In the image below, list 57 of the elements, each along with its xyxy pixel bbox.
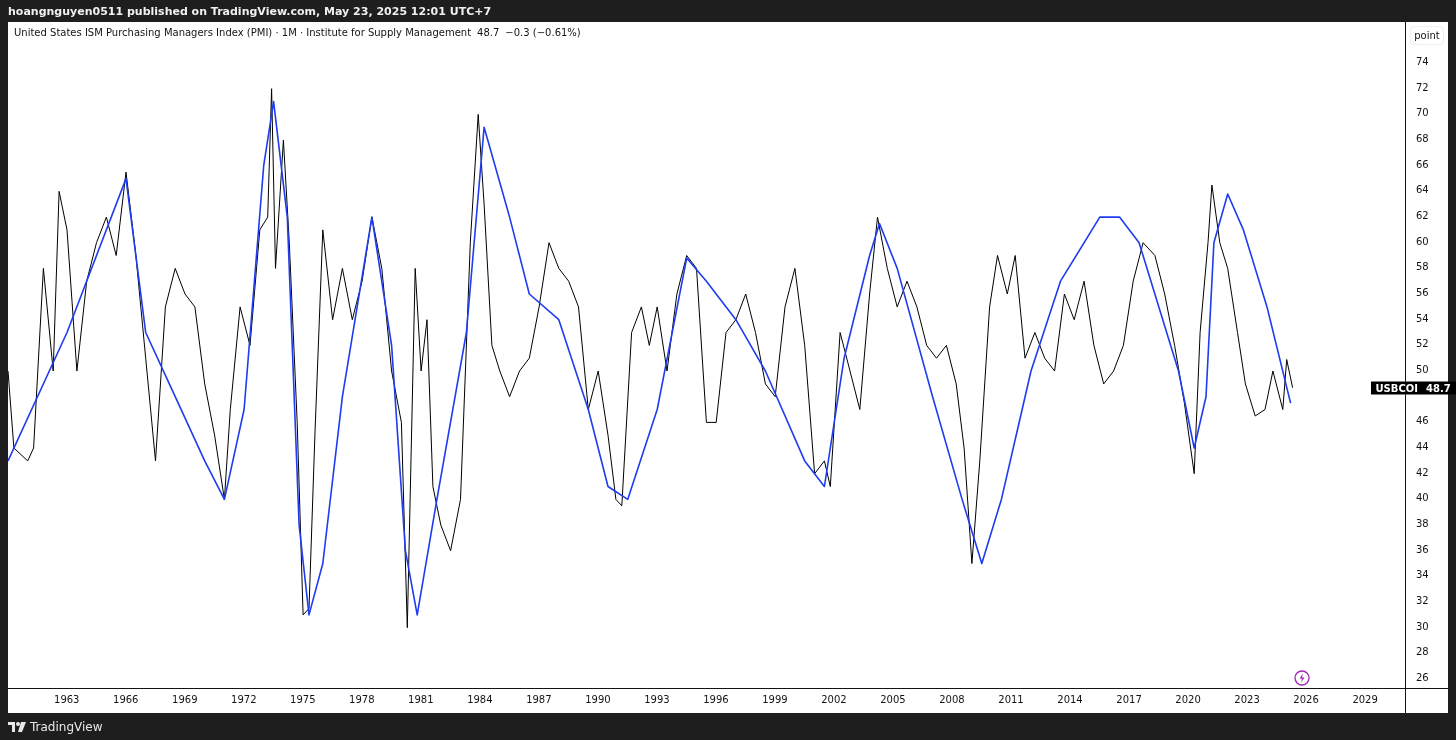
- y-tick-label: 50: [1416, 364, 1429, 376]
- y-tick-label: 66: [1416, 158, 1429, 170]
- y-tick-label: 28: [1416, 646, 1429, 658]
- y-tick-label: 46: [1416, 415, 1429, 427]
- brand-name: TradingView: [30, 719, 103, 734]
- y-tick-label: 74: [1416, 56, 1429, 68]
- y-tick-label: 62: [1416, 210, 1429, 222]
- x-tick-label: 1999: [762, 694, 788, 705]
- x-tick-label: 2020: [1175, 694, 1201, 705]
- y-tick-label: 56: [1416, 287, 1429, 299]
- publish-info: hoangnguyen0511 published on TradingView.com, May 23, 2025 12:01 UTC+7: [8, 4, 492, 18]
- y-tick-label: 34: [1416, 569, 1429, 581]
- y-tick-label: 32: [1416, 595, 1429, 606]
- chart-title: United States ISM Purchasing Managers Index (PMI) · 1M · Institute for Supply Management: [14, 27, 472, 38]
- y-tick-label: 44: [1416, 441, 1429, 453]
- x-tick-label: 1975: [290, 694, 316, 705]
- x-tick-label: 2008: [939, 694, 965, 705]
- y-tick-label: 54: [1416, 312, 1429, 324]
- x-tick-label: 2005: [880, 694, 906, 705]
- y-tick-label: 58: [1416, 261, 1429, 273]
- lightning-icon[interactable]: [1294, 670, 1311, 686]
- x-tick-label: 2023: [1234, 694, 1260, 705]
- x-tick-label: 1987: [526, 694, 552, 705]
- symbol-label: USBCOI: [1371, 381, 1422, 395]
- y-tick-label: 42: [1416, 466, 1429, 478]
- x-tick-label: 1978: [349, 694, 375, 705]
- x-tick-label: 1969: [172, 694, 198, 705]
- y-tick-label: 60: [1416, 235, 1429, 247]
- x-tick-label: 1966: [113, 694, 139, 705]
- unit-label[interactable]: point: [1410, 26, 1444, 45]
- y-tick-label: 68: [1416, 133, 1429, 145]
- price-label: 48.7: [1422, 381, 1456, 395]
- last-value: 48.7: [477, 27, 500, 38]
- y-tick-label: 52: [1416, 338, 1429, 350]
- y-tick-label: 38: [1416, 518, 1429, 529]
- change-value: −0.3 (−0.61%): [505, 27, 581, 38]
- x-tick-label: 1996: [703, 694, 729, 705]
- y-tick-label: 30: [1416, 620, 1429, 632]
- y-tick-label: 72: [1416, 81, 1429, 93]
- logo-icon: [8, 721, 26, 732]
- y-tick-label: 64: [1416, 184, 1429, 196]
- x-tick-label: 1990: [585, 694, 611, 705]
- x-tick-label: 2002: [821, 694, 847, 705]
- y-tick-label: 26: [1416, 672, 1429, 683]
- x-tick-label: 2017: [1116, 694, 1142, 705]
- y-tick-label: 70: [1416, 107, 1429, 119]
- x-tick-label: 1972: [231, 694, 257, 705]
- y-tick-label: 36: [1416, 543, 1429, 555]
- x-tick-label: 1981: [408, 694, 434, 705]
- x-tick-label: 1963: [54, 694, 80, 705]
- x-tick-label: 2029: [1352, 694, 1378, 705]
- x-tick-label: 2011: [998, 694, 1024, 705]
- y-tick-label: 40: [1416, 492, 1429, 504]
- x-tick-label: 2026: [1293, 694, 1319, 705]
- x-tick-label: 1984: [467, 694, 493, 705]
- x-tick-label: 1993: [644, 694, 670, 705]
- x-tick-label: 2014: [1057, 694, 1083, 705]
